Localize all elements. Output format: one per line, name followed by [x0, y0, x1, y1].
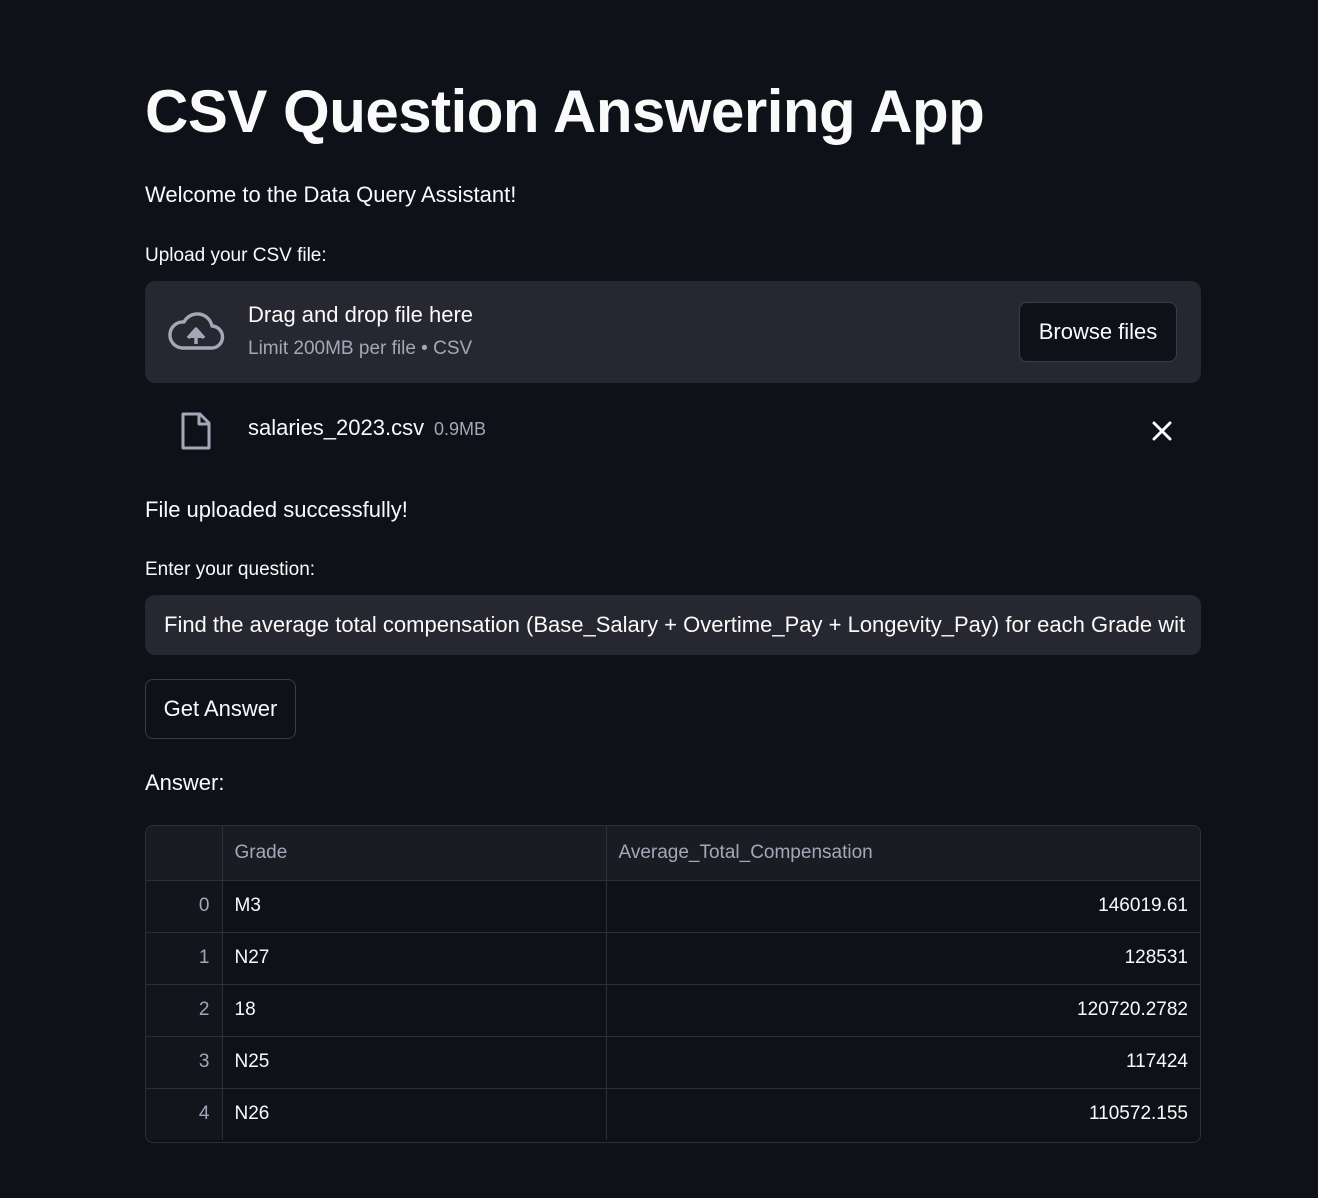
row-index: 0	[146, 880, 223, 933]
grade-cell[interactable]: N27	[222, 932, 607, 985]
column-header-grade[interactable]: Grade	[222, 826, 607, 881]
page-title: CSV Question Answering App	[145, 78, 985, 145]
compensation-cell[interactable]: 146019.61	[606, 880, 1200, 933]
compensation-cell[interactable]: 128531	[606, 932, 1200, 985]
table-row: 0 M3 146019.61	[146, 880, 1200, 933]
file-icon	[181, 412, 211, 450]
question-input[interactable]	[145, 595, 1201, 655]
compensation-cell[interactable]: 110572.155	[606, 1088, 1200, 1140]
compensation-cell[interactable]: 120720.2782	[606, 984, 1200, 1037]
grade-cell[interactable]: N26	[222, 1088, 607, 1140]
grade-cell[interactable]: N25	[222, 1036, 607, 1089]
row-index: 3	[146, 1036, 223, 1089]
upload-success-message: File uploaded successfully!	[145, 497, 408, 522]
welcome-text: Welcome to the Data Query Assistant!	[145, 182, 517, 207]
table-row: 2 18 120720.2782	[146, 984, 1200, 1037]
uploaded-file-name: salaries_2023.csv	[248, 415, 425, 440]
close-icon[interactable]	[1150, 419, 1174, 443]
cloud-upload-icon	[168, 312, 225, 350]
question-label: Enter your question:	[145, 559, 316, 580]
column-header-average-total-compensation[interactable]: Average_Total_Compensation	[606, 826, 1200, 881]
grade-cell[interactable]: 18	[222, 984, 607, 1037]
answer-label: Answer:	[145, 770, 225, 795]
browse-files-button[interactable]: Browse files	[1019, 302, 1177, 362]
row-index: 2	[146, 984, 223, 1037]
grade-cell[interactable]: M3	[222, 880, 607, 933]
file-dropzone[interactable]: Drag and drop file here Limit 200MB per …	[145, 281, 1201, 383]
row-index: 4	[146, 1088, 223, 1140]
column-header-index[interactable]	[146, 826, 223, 881]
row-index: 1	[146, 932, 223, 985]
table-row: 4 N26 110572.155	[146, 1088, 1200, 1140]
answer-table[interactable]: Grade Average_Total_Compensation 0 M3 14…	[145, 825, 1201, 1143]
upload-label: Upload your CSV file:	[145, 245, 327, 266]
table-row: 1 N27 128531	[146, 932, 1200, 985]
table-header-row: Grade Average_Total_Compensation	[146, 826, 1200, 881]
dropzone-limit: Limit 200MB per file • CSV	[248, 338, 473, 359]
compensation-cell[interactable]: 117424	[606, 1036, 1200, 1089]
dropzone-instructions: Drag and drop file here	[248, 302, 474, 327]
get-answer-button[interactable]: Get Answer	[145, 679, 296, 739]
uploaded-file-size: 0.9MB	[434, 419, 487, 439]
uploaded-file-row: salaries_2023.csv 0.9MB	[145, 400, 1201, 462]
table-row: 3 N25 117424	[146, 1036, 1200, 1089]
